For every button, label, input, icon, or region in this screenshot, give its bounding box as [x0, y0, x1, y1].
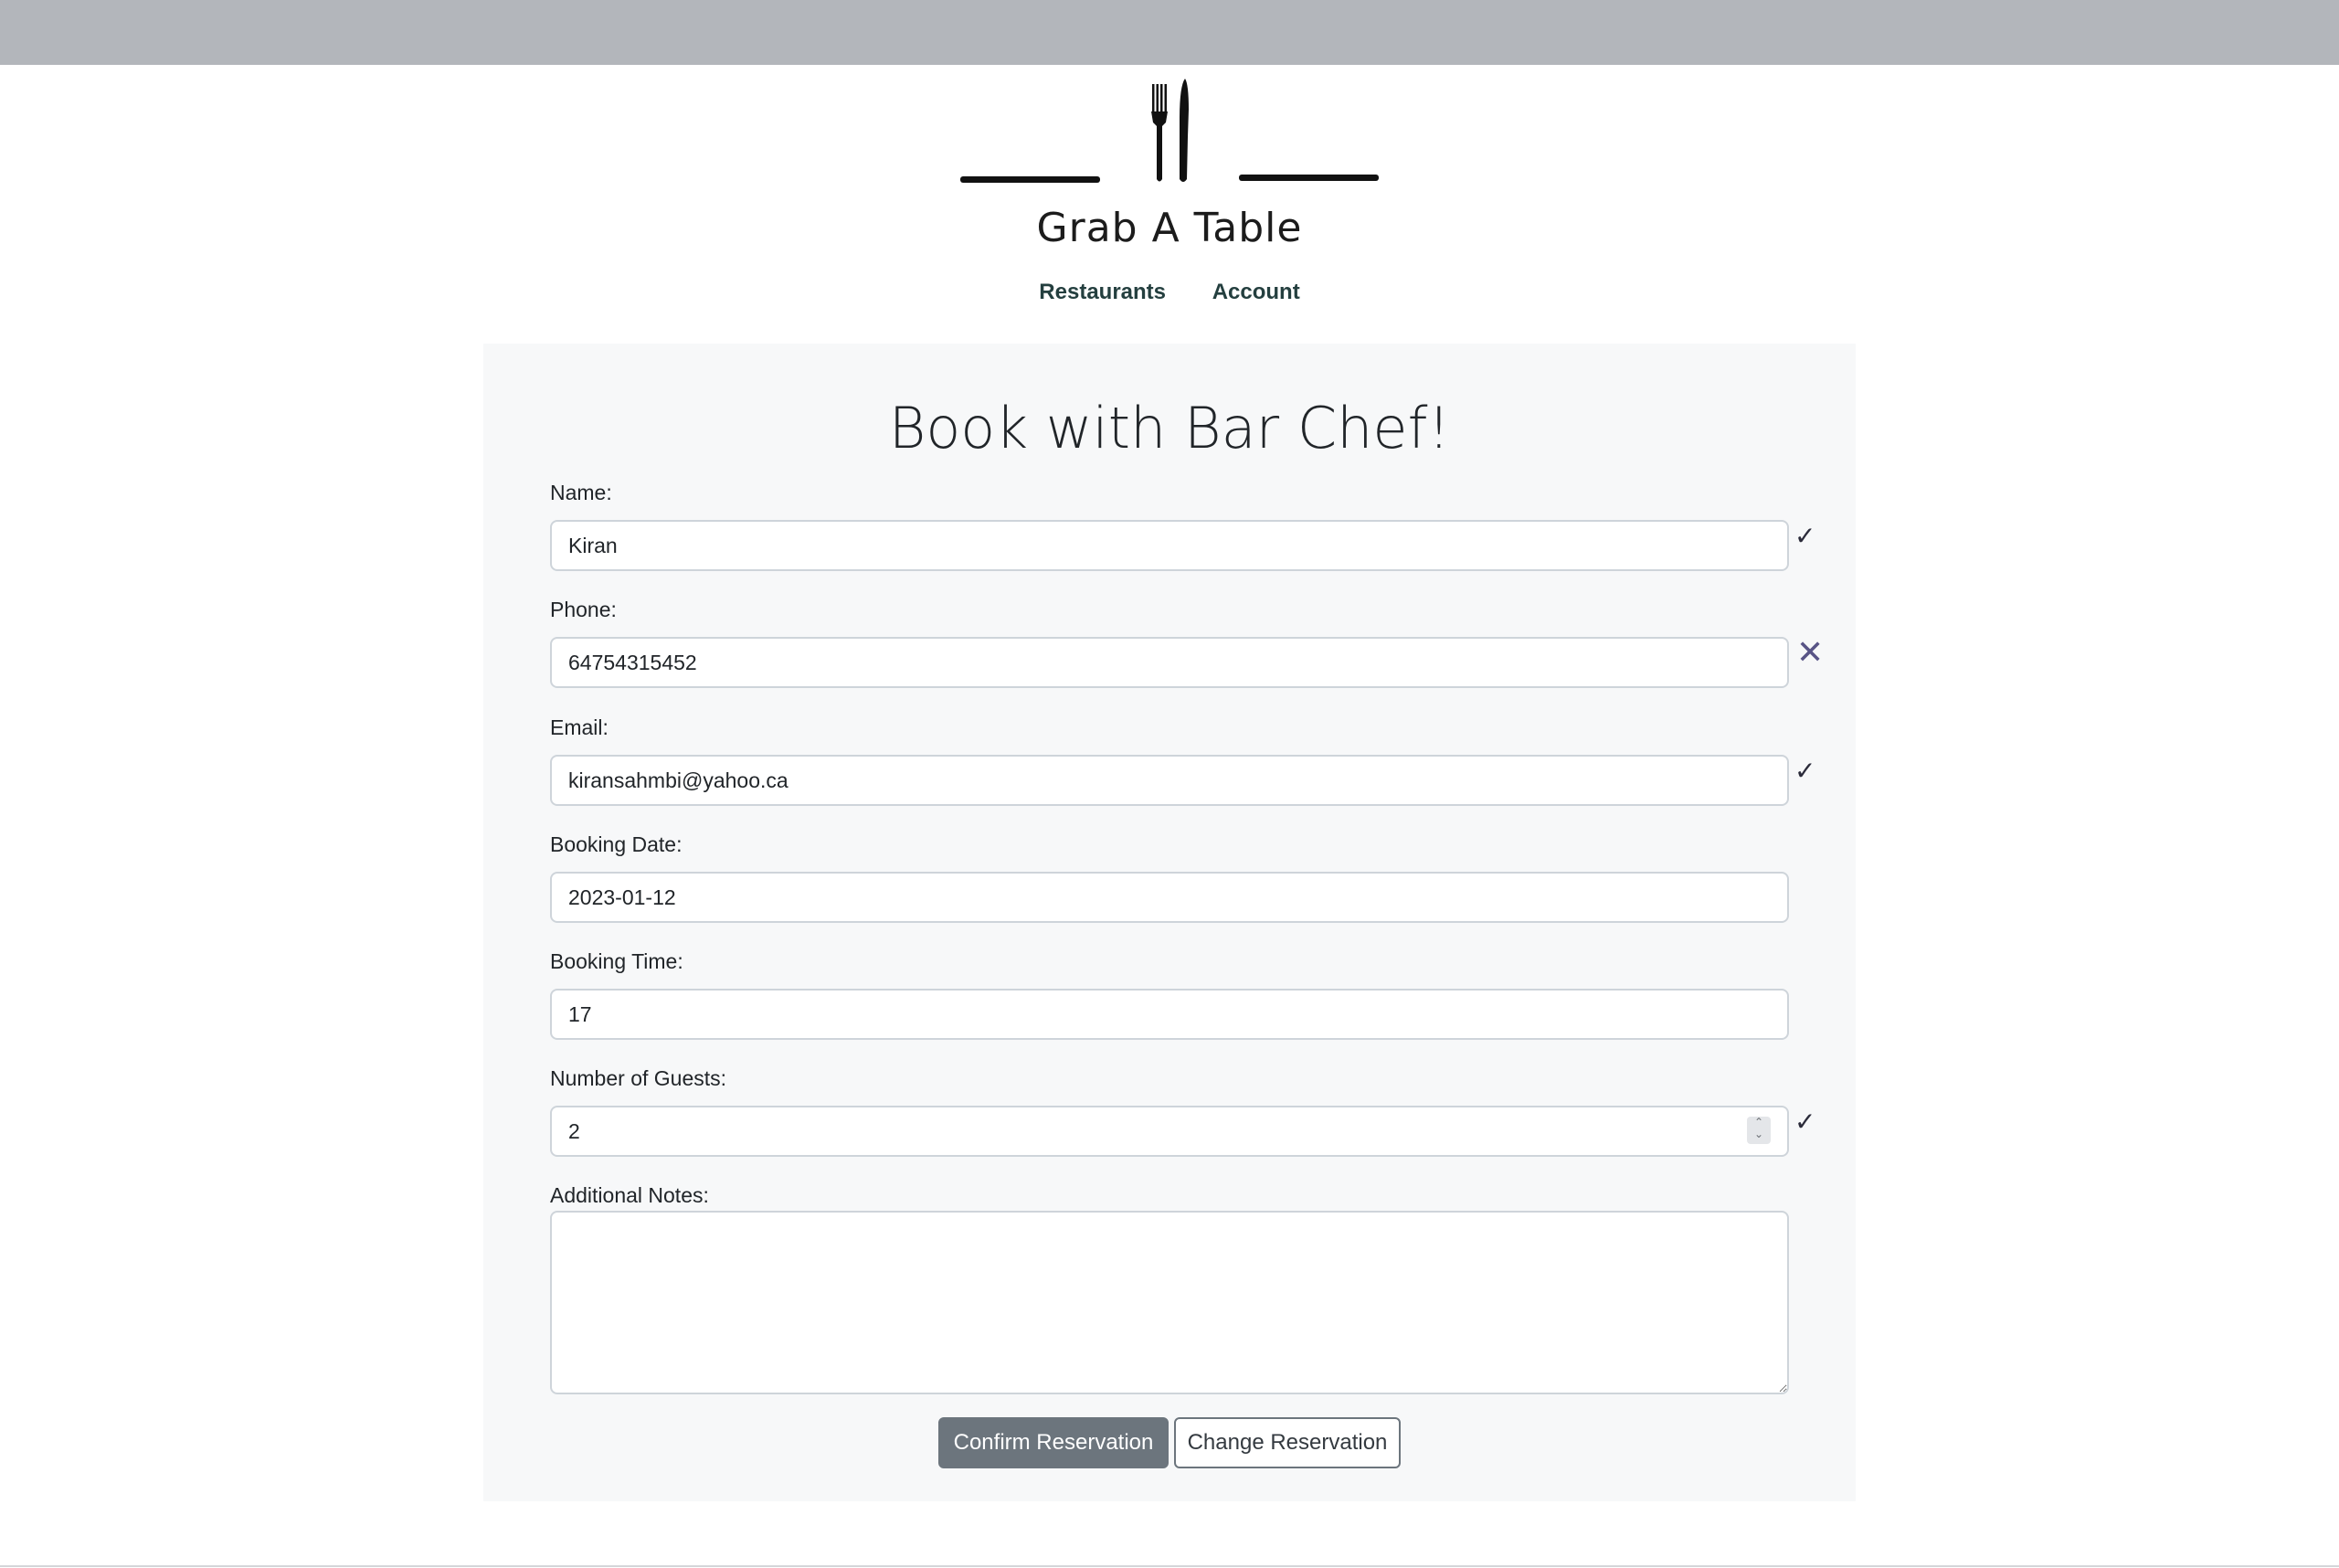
phone-invalid-icon: ✕: [1796, 633, 1825, 671]
notes-textarea[interactable]: [550, 1211, 1789, 1394]
email-input[interactable]: [550, 755, 1789, 806]
confirm-reservation-button[interactable]: Confirm Reservation: [938, 1417, 1169, 1468]
nav-restaurants[interactable]: Restaurants: [1039, 280, 1166, 304]
footer-divider: [0, 1565, 2339, 1567]
nav-account[interactable]: Account: [1212, 280, 1300, 304]
guests-label: Number of Guests:: [550, 1066, 727, 1090]
email-valid-icon: ✓: [1794, 757, 1816, 785]
booking-time-input[interactable]: [550, 989, 1789, 1040]
name-label: Name:: [550, 481, 612, 504]
page-title: Book with Bar Chef!: [888, 395, 1451, 461]
booking-date-input[interactable]: [550, 872, 1789, 923]
phone-label: Phone:: [550, 598, 617, 621]
guests-valid-icon: ✓: [1794, 1107, 1816, 1136]
name-input[interactable]: [550, 520, 1789, 571]
guests-input[interactable]: [550, 1106, 1789, 1157]
notes-label: Additional Notes:: [550, 1183, 709, 1207]
main-nav: Restaurants Account: [0, 280, 2339, 305]
name-valid-icon: ✓: [1794, 522, 1816, 550]
brand-name: Grab A Table: [1036, 205, 1303, 251]
chevron-down-icon[interactable]: ⌄: [1747, 1128, 1771, 1140]
booking-time-label: Booking Time:: [550, 949, 683, 973]
top-bar: [0, 0, 2339, 65]
email-label: Email:: [550, 715, 609, 739]
booking-date-label: Booking Date:: [550, 832, 683, 856]
guests-stepper[interactable]: ⌃ ⌄: [1747, 1117, 1771, 1144]
change-reservation-button[interactable]: Change Reservation: [1174, 1417, 1401, 1468]
fork-knife-icon: [960, 79, 1379, 183]
phone-input[interactable]: [550, 637, 1789, 688]
